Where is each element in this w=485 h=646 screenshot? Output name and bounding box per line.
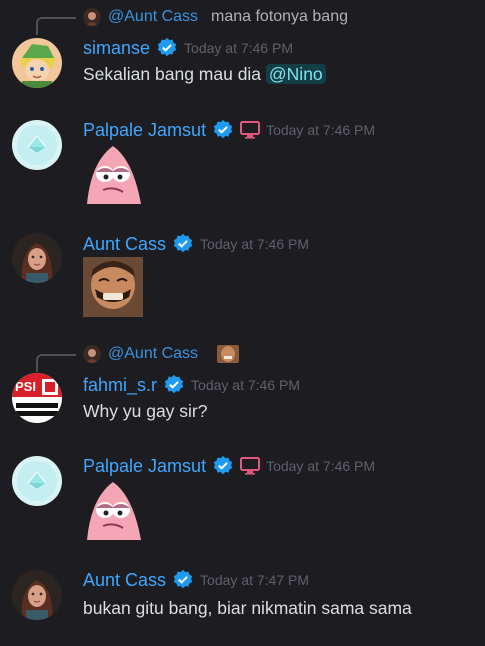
timestamp[interactable]: Today at 7:46 PM: [184, 40, 293, 56]
verified-badge-icon: [212, 119, 234, 141]
timestamp[interactable]: Today at 7:47 PM: [200, 572, 309, 588]
timestamp[interactable]: Today at 7:46 PM: [266, 458, 375, 474]
timestamp[interactable]: Today at 7:46 PM: [200, 236, 309, 252]
avatar-logo-top-text: PSI: [15, 379, 36, 394]
message-header: Aunt Cass Today at 7:47 PM: [83, 568, 309, 592]
message-header: simanse Today at 7:46 PM: [83, 36, 293, 60]
timestamp[interactable]: Today at 7:46 PM: [191, 377, 300, 393]
message-header: fahmi_s.r Today at 7:46 PM: [83, 373, 300, 397]
avatar[interactable]: [12, 120, 62, 170]
patrick-sticker[interactable]: [83, 478, 145, 540]
laughing-man-image[interactable]: [83, 257, 143, 317]
reply-preview[interactable]: @Aunt Cass mana fotonya bang: [36, 8, 476, 35]
message-text: Why yu gay sir?: [83, 401, 208, 421]
message-item: @Aunt Cass PSI fahmi_s.r Today at 7:46 P…: [0, 343, 485, 438]
reply-text: mana fotonya bang: [211, 8, 348, 25]
user-mention[interactable]: @Nino: [265, 64, 326, 84]
message-header: Palpale Jamsut Today at 7:46 PM: [83, 454, 375, 478]
reply-avatar: [83, 8, 101, 26]
verified-badge-icon: [156, 37, 178, 59]
message-item: @Aunt Cass mana fotonya bang simanse Tod…: [0, 0, 485, 100]
username[interactable]: Palpale Jamsut: [83, 120, 206, 141]
reply-preview[interactable]: @Aunt Cass: [36, 345, 276, 372]
message-item: Aunt Cass Today at 7:47 PM bukan gitu ba…: [0, 560, 485, 640]
desktop-monitor-icon: [240, 121, 261, 139]
message-item: Palpale Jamsut Today at 7:46 PM: [0, 446, 485, 556]
username[interactable]: fahmi_s.r: [83, 375, 157, 396]
message-item: Aunt Cass Today at 7:46 PM: [0, 225, 485, 325]
message-text: bukan gitu bang, biar nikmatin sama sama: [83, 598, 412, 618]
verified-badge-icon: [212, 455, 234, 477]
reply-author[interactable]: @Aunt Cass: [108, 8, 198, 26]
verified-badge-icon: [163, 374, 185, 396]
reply-spine: [36, 354, 76, 372]
username[interactable]: simanse: [83, 38, 150, 59]
verified-badge-icon: [172, 569, 194, 591]
reply-avatar: [83, 345, 101, 363]
reply-spine: [36, 17, 76, 35]
avatar[interactable]: PSI: [12, 373, 62, 423]
username[interactable]: Palpale Jamsut: [83, 456, 206, 477]
username[interactable]: Aunt Cass: [83, 234, 166, 255]
image-icon: [217, 345, 239, 363]
username[interactable]: Aunt Cass: [83, 570, 166, 591]
avatar[interactable]: [12, 38, 62, 88]
message-text: Sekalian bang mau dia @Nino: [83, 64, 326, 85]
avatar[interactable]: [12, 570, 62, 620]
patrick-sticker[interactable]: [83, 142, 145, 204]
verified-badge-icon: [172, 233, 194, 255]
reply-author[interactable]: @Aunt Cass: [108, 345, 198, 363]
message-text-body: Sekalian bang mau dia: [83, 64, 266, 84]
message-item: Palpale Jamsut Today at 7:46 PM: [0, 110, 485, 220]
desktop-monitor-icon: [240, 457, 261, 475]
timestamp[interactable]: Today at 7:46 PM: [266, 122, 375, 138]
avatar[interactable]: [12, 233, 62, 283]
message-header: Palpale Jamsut Today at 7:46 PM: [83, 118, 375, 142]
message-header: Aunt Cass Today at 7:46 PM: [83, 232, 309, 256]
avatar[interactable]: [12, 456, 62, 506]
